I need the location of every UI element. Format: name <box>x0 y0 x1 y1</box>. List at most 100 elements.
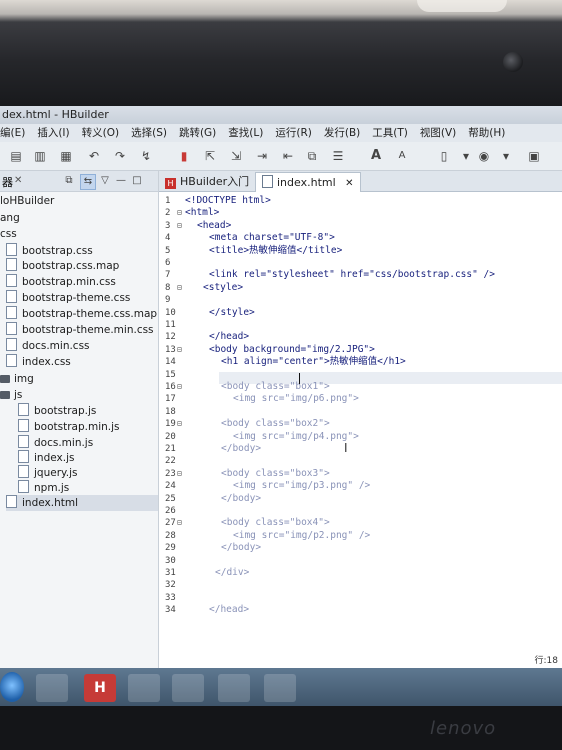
save-icon[interactable]: ▤ <box>8 148 24 164</box>
tree-item-label: js <box>14 389 23 401</box>
step-out-icon[interactable]: ⇤ <box>280 148 296 164</box>
tree-file[interactable]: bootstrap.css <box>6 243 158 259</box>
tree-file[interactable]: bootstrap.min.js <box>18 419 158 435</box>
collapse-all-icon[interactable]: ⧉ <box>62 174 76 188</box>
font-decrease-icon[interactable]: A <box>394 148 410 164</box>
menu-item[interactable]: 转义(O) <box>82 124 119 142</box>
tab-index-html[interactable]: index.html ✕ <box>255 172 361 192</box>
tree-folder[interactable]: js <box>0 387 158 403</box>
export-icon[interactable]: ⇲ <box>228 148 244 164</box>
line-number: 9 <box>165 295 171 305</box>
redo-icon[interactable]: ↷ <box>112 148 128 164</box>
code-line: 33 <box>159 592 562 604</box>
view-menu-icon[interactable]: ▽ <box>98 174 112 188</box>
fold-toggle-icon[interactable]: ⊟ <box>177 418 182 430</box>
file-icon <box>6 495 17 508</box>
close-tab-icon[interactable]: ✕ <box>345 178 353 189</box>
list-icon[interactable]: ☰ <box>330 148 346 164</box>
taskbar-chrome-icon[interactable] <box>264 674 296 702</box>
step-icon[interactable]: ⇥ <box>254 148 270 164</box>
tree-item[interactable]: ang <box>0 210 158 226</box>
tree-file[interactable]: jquery.js <box>18 465 158 481</box>
code-text: </body> <box>221 542 262 553</box>
menu-item[interactable]: 帮助(H) <box>468 124 505 142</box>
menu-item[interactable]: 选择(S) <box>131 124 167 142</box>
menu-item[interactable]: 运行(R) <box>275 124 312 142</box>
tree-file[interactable]: bootstrap-theme.css <box>6 290 158 306</box>
fold-toggle-icon[interactable]: ⊟ <box>177 517 182 529</box>
line-number: 15 <box>165 370 176 380</box>
save-all-icon[interactable]: ▥ <box>32 148 48 164</box>
tree-item-label: index.html <box>22 497 78 509</box>
tree-file[interactable]: index.js <box>18 450 158 466</box>
fold-toggle-icon[interactable]: ⊟ <box>177 220 182 232</box>
code-text: </body> <box>221 493 262 504</box>
tree-file[interactable]: bootstrap.min.css <box>6 274 158 290</box>
tree-file[interactable]: bootstrap.js <box>18 403 158 419</box>
dropdown-icon[interactable]: ▾ <box>458 148 474 164</box>
menu-item[interactable]: 视图(V) <box>420 124 456 142</box>
tree-file[interactable]: npm.js <box>18 480 158 496</box>
taskbar-hbuilder-icon[interactable]: H <box>84 674 116 702</box>
fold-toggle-icon[interactable]: ⊟ <box>177 468 182 480</box>
link-editor-icon[interactable]: ⇆ <box>80 174 96 190</box>
tree-file[interactable]: bootstrap-theme.css.map <box>6 306 158 322</box>
jump-icon[interactable]: ↯ <box>138 148 154 164</box>
dropdown-icon[interactable]: ▾ <box>498 148 514 164</box>
menu-item[interactable]: 插入(I) <box>37 124 69 142</box>
line-number: 5 <box>165 246 171 256</box>
minimize-icon[interactable]: — <box>114 174 128 188</box>
format-icon[interactable]: ▦ <box>58 148 74 164</box>
fold-toggle-icon[interactable]: ⊟ <box>177 344 182 356</box>
tree-file[interactable]: index.html <box>6 495 158 511</box>
code-line: 2 ⊟ <html> <box>159 207 562 219</box>
tree-folder[interactable]: img <box>0 371 158 387</box>
tree-file[interactable]: index.css <box>6 354 158 370</box>
menu-item[interactable]: 跳转(G) <box>179 124 216 142</box>
code-line: 10 </style> <box>159 307 562 319</box>
menu-item[interactable]: 发行(B) <box>324 124 360 142</box>
menu-item[interactable]: 编(E) <box>0 124 25 142</box>
file-icon <box>6 338 17 351</box>
tree-file[interactable]: bootstrap.css.map <box>6 258 158 274</box>
tree-file[interactable]: docs.min.css <box>6 338 158 354</box>
menu-item[interactable]: 工具(T) <box>372 124 408 142</box>
tree-item[interactable]: loHBuilder <box>0 193 158 209</box>
font-increase-icon[interactable]: A <box>368 148 384 164</box>
fold-toggle-icon[interactable]: ⊟ <box>177 282 182 294</box>
taskbar-folder-icon[interactable] <box>172 674 204 702</box>
bookmark-icon[interactable]: ▮ <box>176 148 192 164</box>
undo-icon[interactable]: ↶ <box>86 148 102 164</box>
code-line: 20 <img src="img/p4.png"> <box>159 431 562 443</box>
tree-item[interactable]: css <box>0 226 158 242</box>
close-icon[interactable]: ✕ <box>14 175 22 186</box>
new-file-icon[interactable]: ▯ <box>436 148 452 164</box>
menu-item[interactable]: 查找(L) <box>228 124 263 142</box>
taskbar-ie-icon[interactable] <box>36 674 68 702</box>
taskbar-app-icon[interactable] <box>218 674 250 702</box>
open-icon[interactable]: ⇱ <box>202 148 218 164</box>
comment-icon[interactable]: ▣ <box>526 148 542 164</box>
tab-hbuilder-intro[interactable]: H HBuilder入门 <box>159 172 255 191</box>
fold-toggle-icon[interactable]: ⊟ <box>177 207 182 219</box>
line-number: 2 <box>165 208 171 218</box>
start-button[interactable] <box>0 672 24 702</box>
file-icon <box>6 354 17 367</box>
fold-toggle-icon[interactable]: ⊟ <box>177 381 182 393</box>
hbuilder-icon: H <box>165 178 176 189</box>
tree-item-label: bootstrap.css <box>22 245 93 257</box>
code-text: <html> <box>185 207 220 218</box>
browser-icon[interactable]: ◉ <box>476 148 492 164</box>
file-icon <box>18 419 29 432</box>
line-number: 21 <box>165 444 176 454</box>
tree-item-label: bootstrap.js <box>34 405 97 417</box>
line-number: 22 <box>165 456 176 466</box>
maximize-icon[interactable]: □ <box>130 174 144 188</box>
line-number: 4 <box>165 233 171 243</box>
copy-icon[interactable]: ⧉ <box>304 148 320 164</box>
tree-file[interactable]: docs.min.js <box>18 435 158 451</box>
tree-file[interactable]: bootstrap-theme.min.css <box>6 322 158 338</box>
code-line: 31 </div> <box>159 567 562 579</box>
tree-item-label: index.css <box>22 356 71 368</box>
taskbar-app-icon[interactable] <box>128 674 160 702</box>
